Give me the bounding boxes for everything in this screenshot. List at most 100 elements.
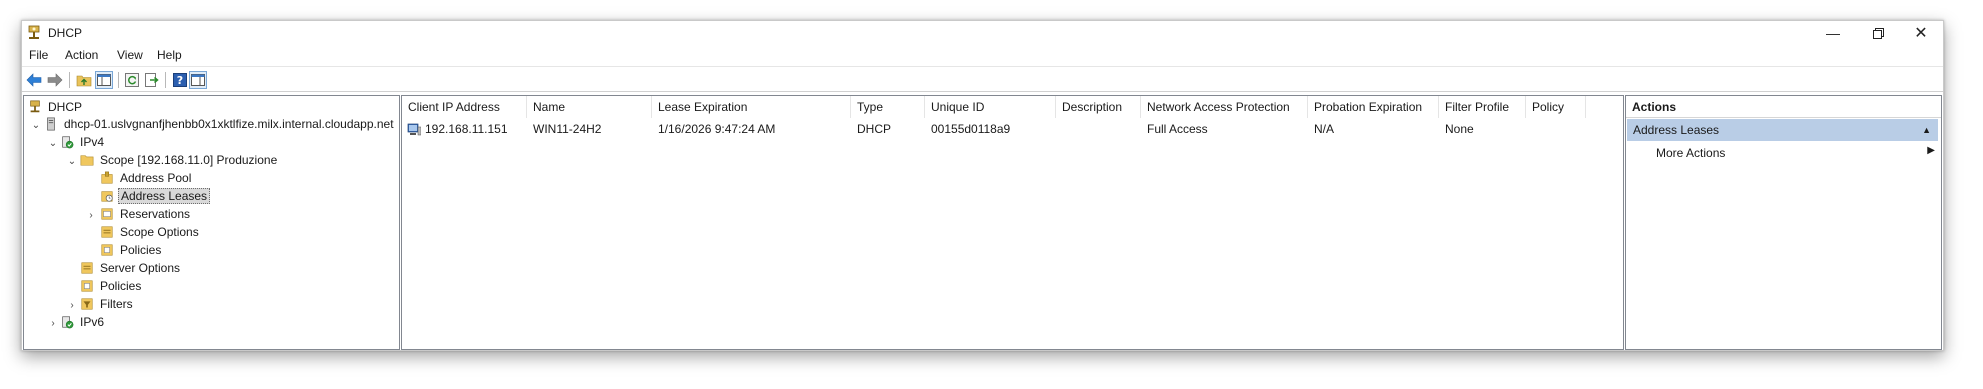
tree-node-ipv6[interactable]: IPv6	[60, 314, 106, 330]
tree-label-server: dhcp-01.uslvgnanfjhenbb0x1xktlfize.milx.…	[64, 117, 394, 131]
column-header-lease-expiration[interactable]: Lease Expiration	[652, 96, 851, 118]
toolbar-separator	[118, 72, 119, 88]
column-header-client-ip[interactable]: Client IP Address	[402, 96, 527, 118]
scope-options-icon	[101, 226, 113, 238]
show-hide-action-pane-button[interactable]	[189, 71, 207, 89]
action-pane-icon	[191, 74, 205, 86]
menu-bar: File Action View Help	[22, 45, 1943, 65]
forward-arrow-icon	[47, 73, 63, 87]
address-leases-icon	[101, 191, 113, 202]
tree-node-scope-policies[interactable]: Policies	[100, 242, 163, 258]
forward-button[interactable]	[46, 71, 64, 89]
tree-node-address-leases[interactable]: Address Leases	[100, 188, 211, 204]
window-title: DHCP	[48, 26, 83, 40]
tree-node-reservations[interactable]: Reservations	[100, 206, 192, 222]
chevron-down-icon[interactable]: ⌄	[67, 156, 77, 167]
help-icon: ?	[173, 73, 187, 87]
column-header-type[interactable]: Type	[851, 96, 925, 118]
chevron-down-icon[interactable]: ⌄	[48, 138, 58, 149]
column-header-network-access-protection[interactable]: Network Access Protection	[1141, 96, 1308, 118]
tree-label-ipv6: IPv6	[80, 315, 105, 329]
tree-label-server-options: Server Options	[100, 261, 181, 275]
close-icon: ✕	[1914, 25, 1928, 42]
policies-icon	[101, 244, 113, 256]
title-bar[interactable]: DHCP — ✕	[22, 21, 1943, 45]
tree-label-reservations: Reservations	[120, 207, 191, 221]
tree-label-filters: Filters	[100, 297, 133, 311]
toolbar-separator	[69, 72, 70, 88]
tree-node-server-options[interactable]: Server Options	[80, 260, 182, 276]
cell-probation-expiration: N/A	[1314, 122, 1335, 136]
policies-icon	[81, 280, 93, 292]
restore-icon	[1872, 27, 1884, 39]
address-leases-list[interactable]: Client IP Address Name Lease Expiration …	[401, 95, 1624, 350]
address-pool-icon	[101, 171, 113, 184]
server-options-icon	[81, 262, 93, 274]
minimize-icon: —	[1826, 25, 1840, 41]
console-tree[interactable]: DHCP ⌄ dhcp-01.uslvgnanfjhenbb0x1xktlfiz…	[23, 95, 400, 350]
minimize-button[interactable]: —	[1810, 21, 1856, 45]
cell-name: WIN11-24H2	[533, 122, 602, 136]
menu-action[interactable]: Action	[65, 48, 98, 62]
submenu-arrow-icon[interactable]: ▶	[1927, 145, 1935, 156]
tree-label-address-pool: Address Pool	[120, 171, 192, 185]
column-header-filter-profile[interactable]: Filter Profile	[1439, 96, 1526, 118]
tree-label-scope: Scope [192.168.11.0] Produzione	[100, 153, 278, 167]
menu-file[interactable]: File	[29, 48, 48, 62]
tree-node-scope[interactable]: Scope [192.168.11.0] Produzione	[80, 152, 279, 168]
ipv4-icon	[62, 136, 74, 149]
cell-client-ip: 192.168.11.151	[425, 122, 508, 136]
tree-label-ipv4: IPv4	[80, 135, 105, 149]
actions-section-label: Address Leases	[1633, 123, 1720, 137]
chevron-right-icon[interactable]: ›	[67, 300, 77, 311]
dhcp-root-icon	[30, 100, 40, 113]
menu-view[interactable]: View	[117, 48, 143, 62]
up-one-level-button[interactable]	[75, 71, 93, 89]
collapse-up-icon[interactable]: ▲	[1922, 119, 1931, 141]
tree-label-scope-options: Scope Options	[120, 225, 199, 239]
show-hide-console-tree-button[interactable]	[95, 71, 113, 89]
chevron-right-icon[interactable]: ›	[48, 318, 58, 329]
column-header-name[interactable]: Name	[527, 96, 652, 118]
menu-help[interactable]: Help	[157, 48, 182, 62]
tree-node-policies[interactable]: Policies	[80, 278, 143, 294]
tree-node-filters[interactable]: Filters	[80, 296, 135, 312]
server-icon	[47, 117, 55, 131]
toolbar: ?	[22, 66, 1943, 92]
lease-computer-icon	[407, 123, 421, 136]
cell-network-access-protection: Full Access	[1147, 122, 1208, 136]
refresh-button[interactable]	[123, 71, 141, 89]
tree-label-policies: Policies	[100, 279, 142, 293]
tree-label-address-leases: Address Leases	[118, 188, 211, 204]
column-header-policy[interactable]: Policy	[1526, 96, 1586, 118]
refresh-icon	[125, 73, 139, 87]
export-list-icon	[145, 73, 159, 87]
tree-node-server[interactable]: dhcp-01.uslvgnanfjhenbb0x1xktlfize.milx.…	[44, 116, 396, 132]
toolbar-separator	[165, 72, 166, 88]
cell-lease-expiration: 1/16/2026 9:47:24 AM	[658, 122, 776, 136]
more-actions-item[interactable]: More Actions	[1656, 144, 1725, 162]
tree-node-ipv4[interactable]: IPv4	[60, 134, 106, 150]
restore-button[interactable]	[1855, 21, 1901, 45]
actions-section-address-leases[interactable]: Address Leases ▲	[1627, 119, 1938, 141]
filters-icon	[81, 298, 93, 310]
dhcp-window: DHCP — ✕ File Action View Help ? DHCP ⌄ …	[21, 20, 1944, 351]
help-button[interactable]: ?	[171, 71, 189, 89]
column-header-unique-id[interactable]: Unique ID	[925, 96, 1056, 118]
tree-node-dhcp[interactable]: DHCP	[28, 99, 84, 115]
back-button[interactable]	[25, 71, 43, 89]
reservations-icon	[101, 208, 113, 220]
tree-node-address-pool[interactable]: Address Pool	[100, 170, 193, 186]
more-actions-label: More Actions	[1656, 146, 1726, 160]
column-header-description[interactable]: Description	[1056, 96, 1141, 118]
column-header-probation-expiration[interactable]: Probation Expiration	[1308, 96, 1439, 118]
svg-text:?: ?	[177, 74, 183, 87]
folder-icon	[80, 155, 94, 166]
actions-title: Actions	[1626, 96, 1941, 118]
tree-node-scope-options[interactable]: Scope Options	[100, 224, 201, 240]
chevron-right-icon[interactable]: ›	[86, 210, 96, 221]
close-button[interactable]: ✕	[1898, 21, 1943, 45]
dhcp-app-icon	[28, 25, 40, 39]
chevron-down-icon[interactable]: ⌄	[31, 120, 41, 131]
export-list-button[interactable]	[143, 71, 161, 89]
